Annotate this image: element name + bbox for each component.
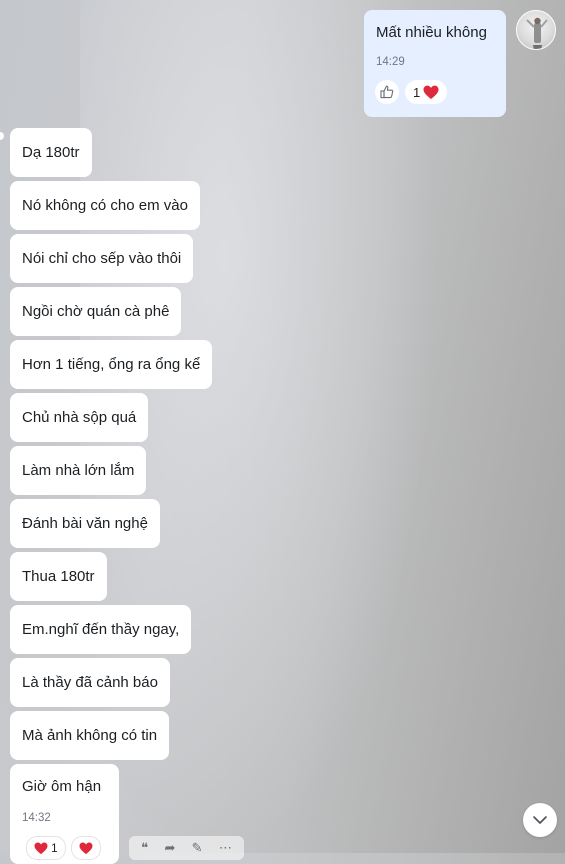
message-text: Em.nghĩ đến thầy ngay, [22,621,180,638]
message-text: Là thầy đã cảnh báo [22,674,158,691]
incoming-message-last[interactable]: Giờ ôm hận 14:32 1 [10,764,119,864]
incoming-message[interactable]: Hơn 1 tiếng, ổng ra ổng kể [10,340,213,389]
reaction-summary[interactable]: 1 [26,836,66,860]
message-text: Nói chỉ cho sếp vào thôi [22,250,182,267]
reaction-count: 1 [413,84,421,100]
message-text: Làm nhà lớn lắm [22,462,135,479]
incoming-message[interactable]: Ngồi chờ quán cà phê [10,287,182,336]
more-icon[interactable]: ⋯ [219,840,232,856]
incoming-message[interactable]: Đánh bài văn nghệ [10,499,160,548]
message-text: Chủ nhà sộp quá [22,409,137,426]
outgoing-message[interactable]: Mất nhiều không 14:29 1 [364,10,506,117]
quote-icon[interactable]: ❝ [141,840,148,856]
incoming-message[interactable]: Nó không có cho em vào [10,181,200,230]
message-text: Dạ 180tr [22,144,80,161]
incoming-message[interactable]: Nói chỉ cho sếp vào thôi [10,234,194,283]
like-button[interactable] [375,80,399,104]
thumbs-up-icon [380,85,394,99]
incoming-message[interactable]: Là thầy đã cảnh báo [10,658,170,707]
message-text: Mà ảnh không có tin [22,727,158,744]
message-text: Giờ ôm hận [22,778,102,795]
message-text: Nó không có cho em vào [22,197,188,214]
message-text: Thua 180tr [22,568,95,585]
incoming-message[interactable]: Chủ nhà sộp quá [10,393,149,442]
incoming-message[interactable]: Dạ 180tr [10,128,92,177]
reaction-row: 1 [375,80,448,104]
message-time: 14:29 [376,56,405,68]
heart-icon [423,85,439,99]
message-text: Ngồi chờ quán cà phê [22,303,170,320]
message-time: 14:32 [22,812,51,824]
message-text: Hơn 1 tiếng, ổng ra ổng kể [22,356,201,373]
avatar-figure [526,17,548,49]
message-text: Mất nhiều không [376,24,487,41]
forward-icon[interactable]: ➦ [164,840,175,856]
incoming-message[interactable]: Thua 180tr [10,552,107,601]
scroll-to-bottom-button[interactable] [523,803,557,837]
incoming-message[interactable]: Làm nhà lớn lắm [10,446,147,495]
message-text: Đánh bài văn nghệ [22,515,148,532]
incoming-message[interactable]: Em.nghĩ đến thầy ngay, [10,605,192,654]
reaction-summary[interactable]: 1 [405,80,448,104]
edge-marker [0,132,4,140]
incoming-message[interactable]: Mà ảnh không có tin [10,711,170,760]
message-actions-toolbar: ❝ ➦ ✎ ⋯ [129,836,244,860]
chevron-down-icon [533,816,547,824]
avatar[interactable] [516,10,556,50]
reaction-row: 1 [26,836,101,860]
heart-react-button[interactable] [70,836,101,860]
edit-icon[interactable]: ✎ [192,840,203,856]
